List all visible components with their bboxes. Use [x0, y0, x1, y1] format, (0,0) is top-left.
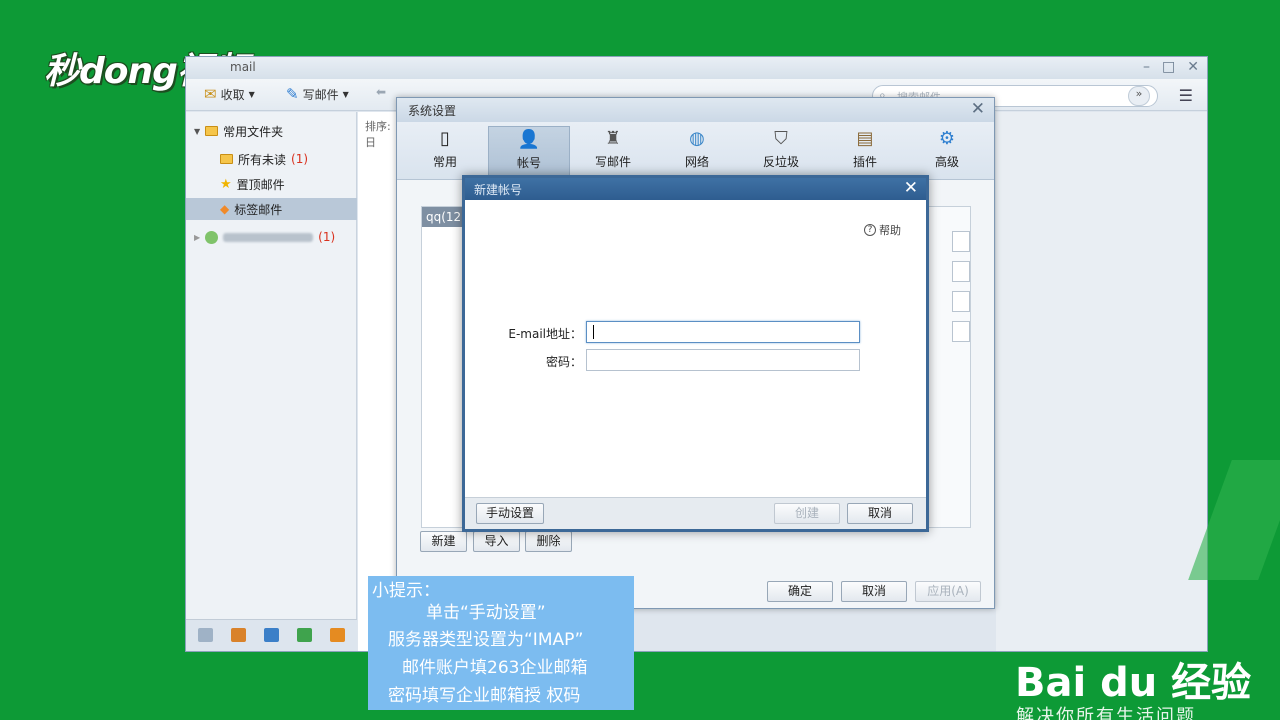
new-account-titlebar: 新建帐号 ✕ — [465, 178, 926, 200]
detail-field[interactable] — [952, 291, 970, 312]
expand-arrow-icon: ▼ — [194, 126, 201, 136]
shield-icon: ⛉ — [774, 128, 788, 149]
tab-advanced[interactable]: ⚙ 高级 — [906, 126, 988, 180]
detail-field[interactable] — [952, 321, 970, 342]
email-field[interactable] — [586, 321, 860, 343]
tab-network[interactable]: ◍ 网络 — [656, 126, 738, 180]
tip-line: 服务器类型设置为“IMAP” — [388, 630, 584, 650]
text-caret — [593, 325, 594, 339]
sidebar-item-unread[interactable]: 所有未读 (1) — [220, 148, 308, 170]
close-icon[interactable]: ✕ — [971, 99, 985, 119]
feather-icon: ✎ — [286, 85, 299, 103]
settings-tabs: ▯ 常用 👤 帐号 ♜ 写邮件 ◍ 网络 ⛉ 反垃圾 ▤ 插件 ⚙ 高级 — [397, 122, 994, 180]
new-account-footer: 手动设置 创建 取消 — [465, 497, 926, 529]
new-account-dialog: 新建帐号 ✕ ? 帮助 E-mail地址： 密码： 手动设置 创建 取消 — [462, 175, 929, 532]
tip-line: 单击“手动设置” — [426, 603, 546, 623]
baidu-jingyan-logo: Bai du 经验 — [1015, 660, 1252, 706]
mail-view-icon[interactable] — [198, 628, 213, 642]
sidebar-item-pinned[interactable]: ★ 置顶邮件 — [220, 173, 285, 195]
chevron-down-icon: ▼ — [248, 89, 255, 99]
folder-group-common[interactable]: ▼ 常用文件夹 — [194, 120, 283, 142]
detail-field[interactable] — [952, 231, 970, 252]
window-controls: – □ ✕ — [1143, 59, 1199, 75]
receive-button[interactable]: ✉ 收取 ▼ — [204, 85, 255, 103]
sort-label[interactable]: 排序:日 — [365, 118, 398, 150]
tip-caption: 小提示： 单击“手动设置” 服务器类型设置为“IMAP” 邮件账户填263企业邮… — [368, 576, 634, 710]
star-icon: ★ — [220, 176, 232, 192]
main-window-title: mail — [230, 60, 256, 74]
sidebar-item-tagged[interactable]: ◆ 标签邮件 — [186, 198, 357, 220]
user-icon: 👤 — [517, 129, 541, 150]
notes-icon[interactable] — [297, 628, 312, 642]
folder-icon — [205, 126, 219, 136]
detail-field[interactable] — [952, 261, 970, 282]
import-button[interactable]: 导入 — [473, 531, 520, 552]
folder-sidebar: ▼ 常用文件夹 所有未读 (1) ★ 置顶邮件 ◆ 标签邮件 ▶ (1) — [186, 112, 357, 651]
new-account-button[interactable]: 新建 — [420, 531, 467, 552]
folder-icon — [220, 154, 233, 164]
switch-icon: ▯ — [440, 128, 450, 149]
apply-button[interactable]: 应用(A) — [915, 581, 981, 602]
contacts-icon[interactable] — [231, 628, 246, 642]
mail-list-pane: 排序:日 — [358, 112, 398, 651]
account-detail-panel — [927, 206, 971, 528]
globe-icon: ◍ — [689, 128, 705, 149]
account-avatar-icon — [205, 230, 219, 244]
tab-antispam[interactable]: ⛉ 反垃圾 — [740, 126, 822, 180]
settings-titlebar: 系统设置 ✕ — [397, 98, 994, 122]
baidu-slogan: 解决你所有生活问题 — [1016, 706, 1196, 720]
tip-line: 邮件账户填263企业邮箱 — [402, 658, 588, 678]
account-name-blurred — [223, 232, 314, 242]
main-titlebar: mail – □ ✕ — [186, 57, 1207, 79]
expand-arrow-icon: ▶ — [194, 232, 201, 242]
box-icon: ▤ — [856, 128, 874, 149]
gear-icon: ⚙ — [938, 128, 956, 149]
email-label: E-mail地址： — [508, 327, 582, 341]
reply-icon[interactable]: ⬅ — [376, 85, 386, 99]
tab-account[interactable]: 👤 帐号 — [488, 126, 570, 180]
close-icon[interactable]: ✕ — [1187, 59, 1199, 75]
minimize-icon[interactable]: – — [1143, 59, 1150, 75]
reading-pane — [996, 112, 1207, 651]
tab-plugins[interactable]: ▤ 插件 — [824, 126, 906, 180]
tab-compose[interactable]: ♜ 写邮件 — [572, 126, 654, 180]
calendar-icon[interactable] — [264, 628, 279, 642]
ok-button[interactable]: 确定 — [767, 581, 833, 602]
tip-line: 密码填写企业邮箱授 权码 — [388, 686, 581, 706]
maximize-icon[interactable]: □ — [1162, 59, 1175, 75]
sidebar-bottom-bar — [186, 619, 357, 651]
sidebar-account[interactable]: ▶ (1) — [194, 226, 335, 248]
envelope-icon: ✉ — [204, 85, 217, 103]
manual-setup-button[interactable]: 手动设置 — [476, 503, 544, 524]
password-field[interactable] — [586, 349, 860, 371]
chevron-down-icon: ▼ — [342, 89, 349, 99]
tab-general[interactable]: ▯ 常用 — [404, 126, 486, 180]
tag-icon: ◆ — [220, 202, 230, 216]
compose-button[interactable]: ✎ 写邮件 ▼ — [286, 85, 349, 103]
delete-button[interactable]: 删除 — [525, 531, 572, 552]
menu-icon[interactable]: ☰ — [1179, 86, 1193, 105]
help-icon: ? — [864, 224, 876, 236]
close-icon[interactable]: ✕ — [904, 178, 918, 198]
rss-icon[interactable] — [330, 628, 345, 642]
create-button[interactable]: 创建 — [774, 503, 840, 524]
password-label: 密码： — [545, 355, 582, 369]
search-options-button[interactable]: » — [1128, 86, 1150, 106]
cancel-button[interactable]: 取消 — [847, 503, 913, 524]
stamp-icon: ♜ — [604, 128, 622, 149]
cancel-button[interactable]: 取消 — [841, 581, 907, 602]
help-link[interactable]: ? 帮助 — [864, 222, 901, 238]
